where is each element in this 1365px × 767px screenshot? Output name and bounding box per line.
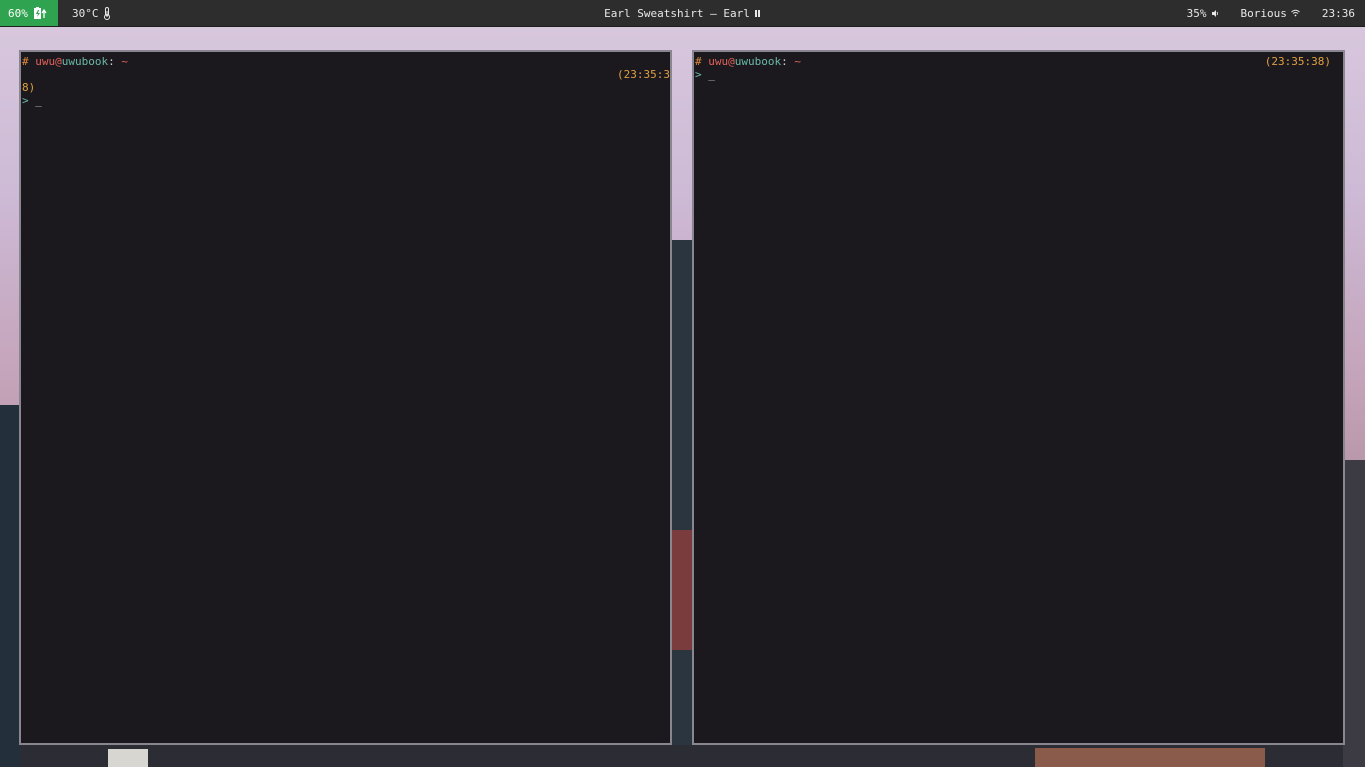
wallpaper-building: [670, 240, 694, 767]
clock-widget[interactable]: 23:36: [1322, 7, 1355, 20]
prompt-arrow: >: [22, 94, 29, 107]
prompt-at: @: [55, 55, 62, 68]
wifi-network-name: Borious: [1240, 6, 1287, 20]
prompt-hash: #: [22, 55, 29, 68]
input-line[interactable]: > _: [22, 94, 42, 107]
prompt-at: @: [728, 55, 735, 68]
text-cursor: _: [35, 94, 42, 107]
volume-widget[interactable]: 35%: [1187, 7, 1219, 20]
speaker-icon: [1211, 9, 1219, 18]
terminal-window-right[interactable]: # uwu@uwubook: ~ (23:35:38) > _: [692, 50, 1345, 745]
prompt-hash: #: [695, 55, 702, 68]
prompt-colon: :: [108, 55, 115, 68]
prompt-user: uwu: [35, 55, 56, 68]
prompt-colon: :: [781, 55, 788, 68]
prompt-host: uwubook: [61, 55, 109, 68]
prompt-line: # uwu@uwubook: ~: [695, 55, 801, 68]
wallpaper-building: [1343, 460, 1365, 767]
terminal-window-left[interactable]: # uwu@uwubook: ~ (23:35:3 8) > _: [19, 50, 672, 745]
now-playing-title: Earl Sweatshirt – Earl: [604, 6, 750, 20]
wallpaper-building: [672, 530, 694, 650]
prompt-timestamp: (23:35:3: [617, 68, 670, 81]
wifi-widget[interactable]: Borious: [1241, 7, 1300, 20]
prompt-path: ~: [794, 55, 801, 68]
prompt-line: # uwu@uwubook: ~: [22, 55, 128, 68]
volume-value: 35%: [1186, 6, 1207, 20]
text-cursor: _: [708, 68, 715, 81]
wallpaper-sign: [108, 749, 148, 767]
wifi-icon: [1291, 9, 1300, 17]
prompt-timestamp: (23:35:38): [1264, 55, 1331, 68]
prompt-timestamp-wrap: 8): [22, 81, 36, 94]
pause-icon[interactable]: [754, 9, 761, 18]
wallpaper-building: [0, 405, 20, 767]
prompt-host: uwubook: [734, 55, 782, 68]
status-bar: 60% 30°C Earl Sweatshirt – Earl 35% Bori…: [0, 0, 1365, 27]
media-widget[interactable]: Earl Sweatshirt – Earl: [0, 0, 1365, 26]
wallpaper-building: [1035, 748, 1265, 767]
prompt-arrow: >: [695, 68, 702, 81]
prompt-user: uwu: [708, 55, 729, 68]
prompt-path: ~: [121, 55, 128, 68]
input-line[interactable]: > _: [695, 68, 715, 81]
clock-time: 23:36: [1321, 6, 1355, 20]
